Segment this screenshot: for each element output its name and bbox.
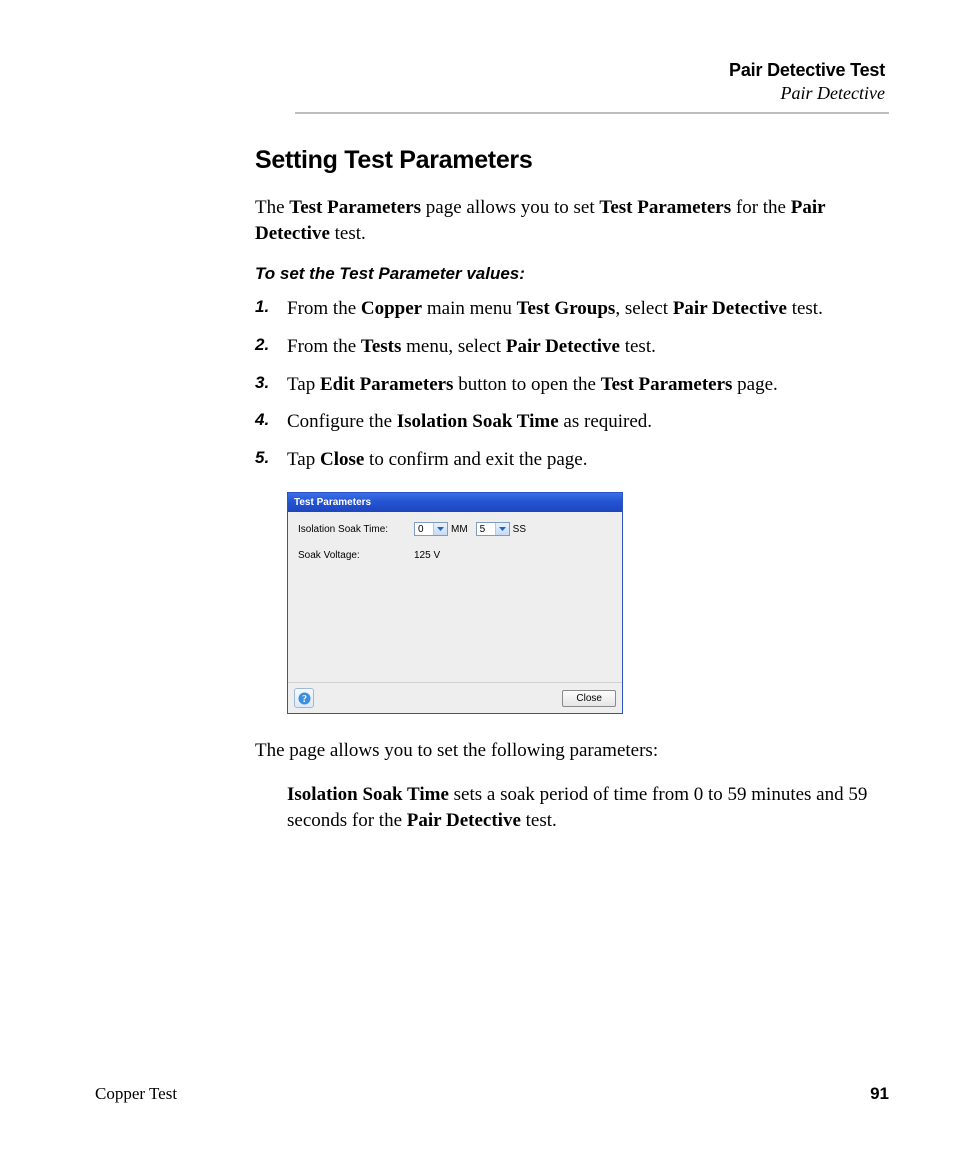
footer-book-title: Copper Test bbox=[95, 1084, 177, 1104]
help-button[interactable]: ? bbox=[294, 688, 314, 708]
chevron-down-icon bbox=[433, 523, 447, 535]
minutes-select[interactable]: 0 bbox=[414, 522, 448, 536]
post-paragraph: The page allows you to set the following… bbox=[255, 738, 885, 764]
step-item: From the Tests menu, select Pair Detecti… bbox=[255, 334, 885, 360]
parameter-description: Isolation Soak Time sets a soak period o… bbox=[287, 782, 885, 833]
step-item: Configure the Isolation Soak Time as req… bbox=[255, 409, 885, 435]
svg-text:?: ? bbox=[302, 694, 307, 705]
seconds-select[interactable]: 5 bbox=[476, 522, 510, 536]
test-parameters-dialog: Test Parameters Isolation Soak Time: 0 M… bbox=[287, 492, 623, 714]
header-divider bbox=[295, 112, 889, 114]
isolation-soak-time-row: Isolation Soak Time: 0 MM 5 SS bbox=[298, 522, 612, 536]
steps-list: From the Copper main menu Test Groups, s… bbox=[255, 296, 885, 472]
header-chapter-title: Pair Detective Test bbox=[95, 60, 885, 81]
step-item: Tap Edit Parameters button to open the T… bbox=[255, 372, 885, 398]
header-section-title: Pair Detective bbox=[95, 83, 885, 104]
soak-voltage-label: Soak Voltage: bbox=[298, 550, 414, 561]
minutes-value: 0 bbox=[415, 524, 433, 535]
page-number: 91 bbox=[870, 1084, 889, 1104]
dialog-footer: ? Close bbox=[288, 682, 622, 713]
intro-paragraph: The Test Parameters page allows you to s… bbox=[255, 195, 885, 246]
page-header: Pair Detective Test Pair Detective bbox=[95, 60, 885, 104]
dialog-body: Isolation Soak Time: 0 MM 5 SS bbox=[288, 512, 622, 682]
page-footer: Copper Test 91 bbox=[95, 1084, 889, 1104]
help-icon: ? bbox=[298, 692, 311, 705]
close-button[interactable]: Close bbox=[562, 690, 616, 707]
seconds-value: 5 bbox=[477, 524, 495, 535]
step-item: From the Copper main menu Test Groups, s… bbox=[255, 296, 885, 322]
minutes-unit-label: MM bbox=[451, 524, 468, 535]
soak-voltage-value: 125 V bbox=[414, 550, 440, 561]
step-item: Tap Close to confirm and exit the page. bbox=[255, 447, 885, 473]
soak-voltage-row: Soak Voltage: 125 V bbox=[298, 550, 612, 561]
dialog-titlebar: Test Parameters bbox=[288, 493, 622, 512]
seconds-unit-label: SS bbox=[513, 524, 526, 535]
chevron-down-icon bbox=[495, 523, 509, 535]
section-heading: Setting Test Parameters bbox=[255, 146, 885, 175]
procedure-subheading: To set the Test Parameter values: bbox=[255, 264, 885, 284]
isolation-soak-time-label: Isolation Soak Time: bbox=[298, 524, 414, 535]
